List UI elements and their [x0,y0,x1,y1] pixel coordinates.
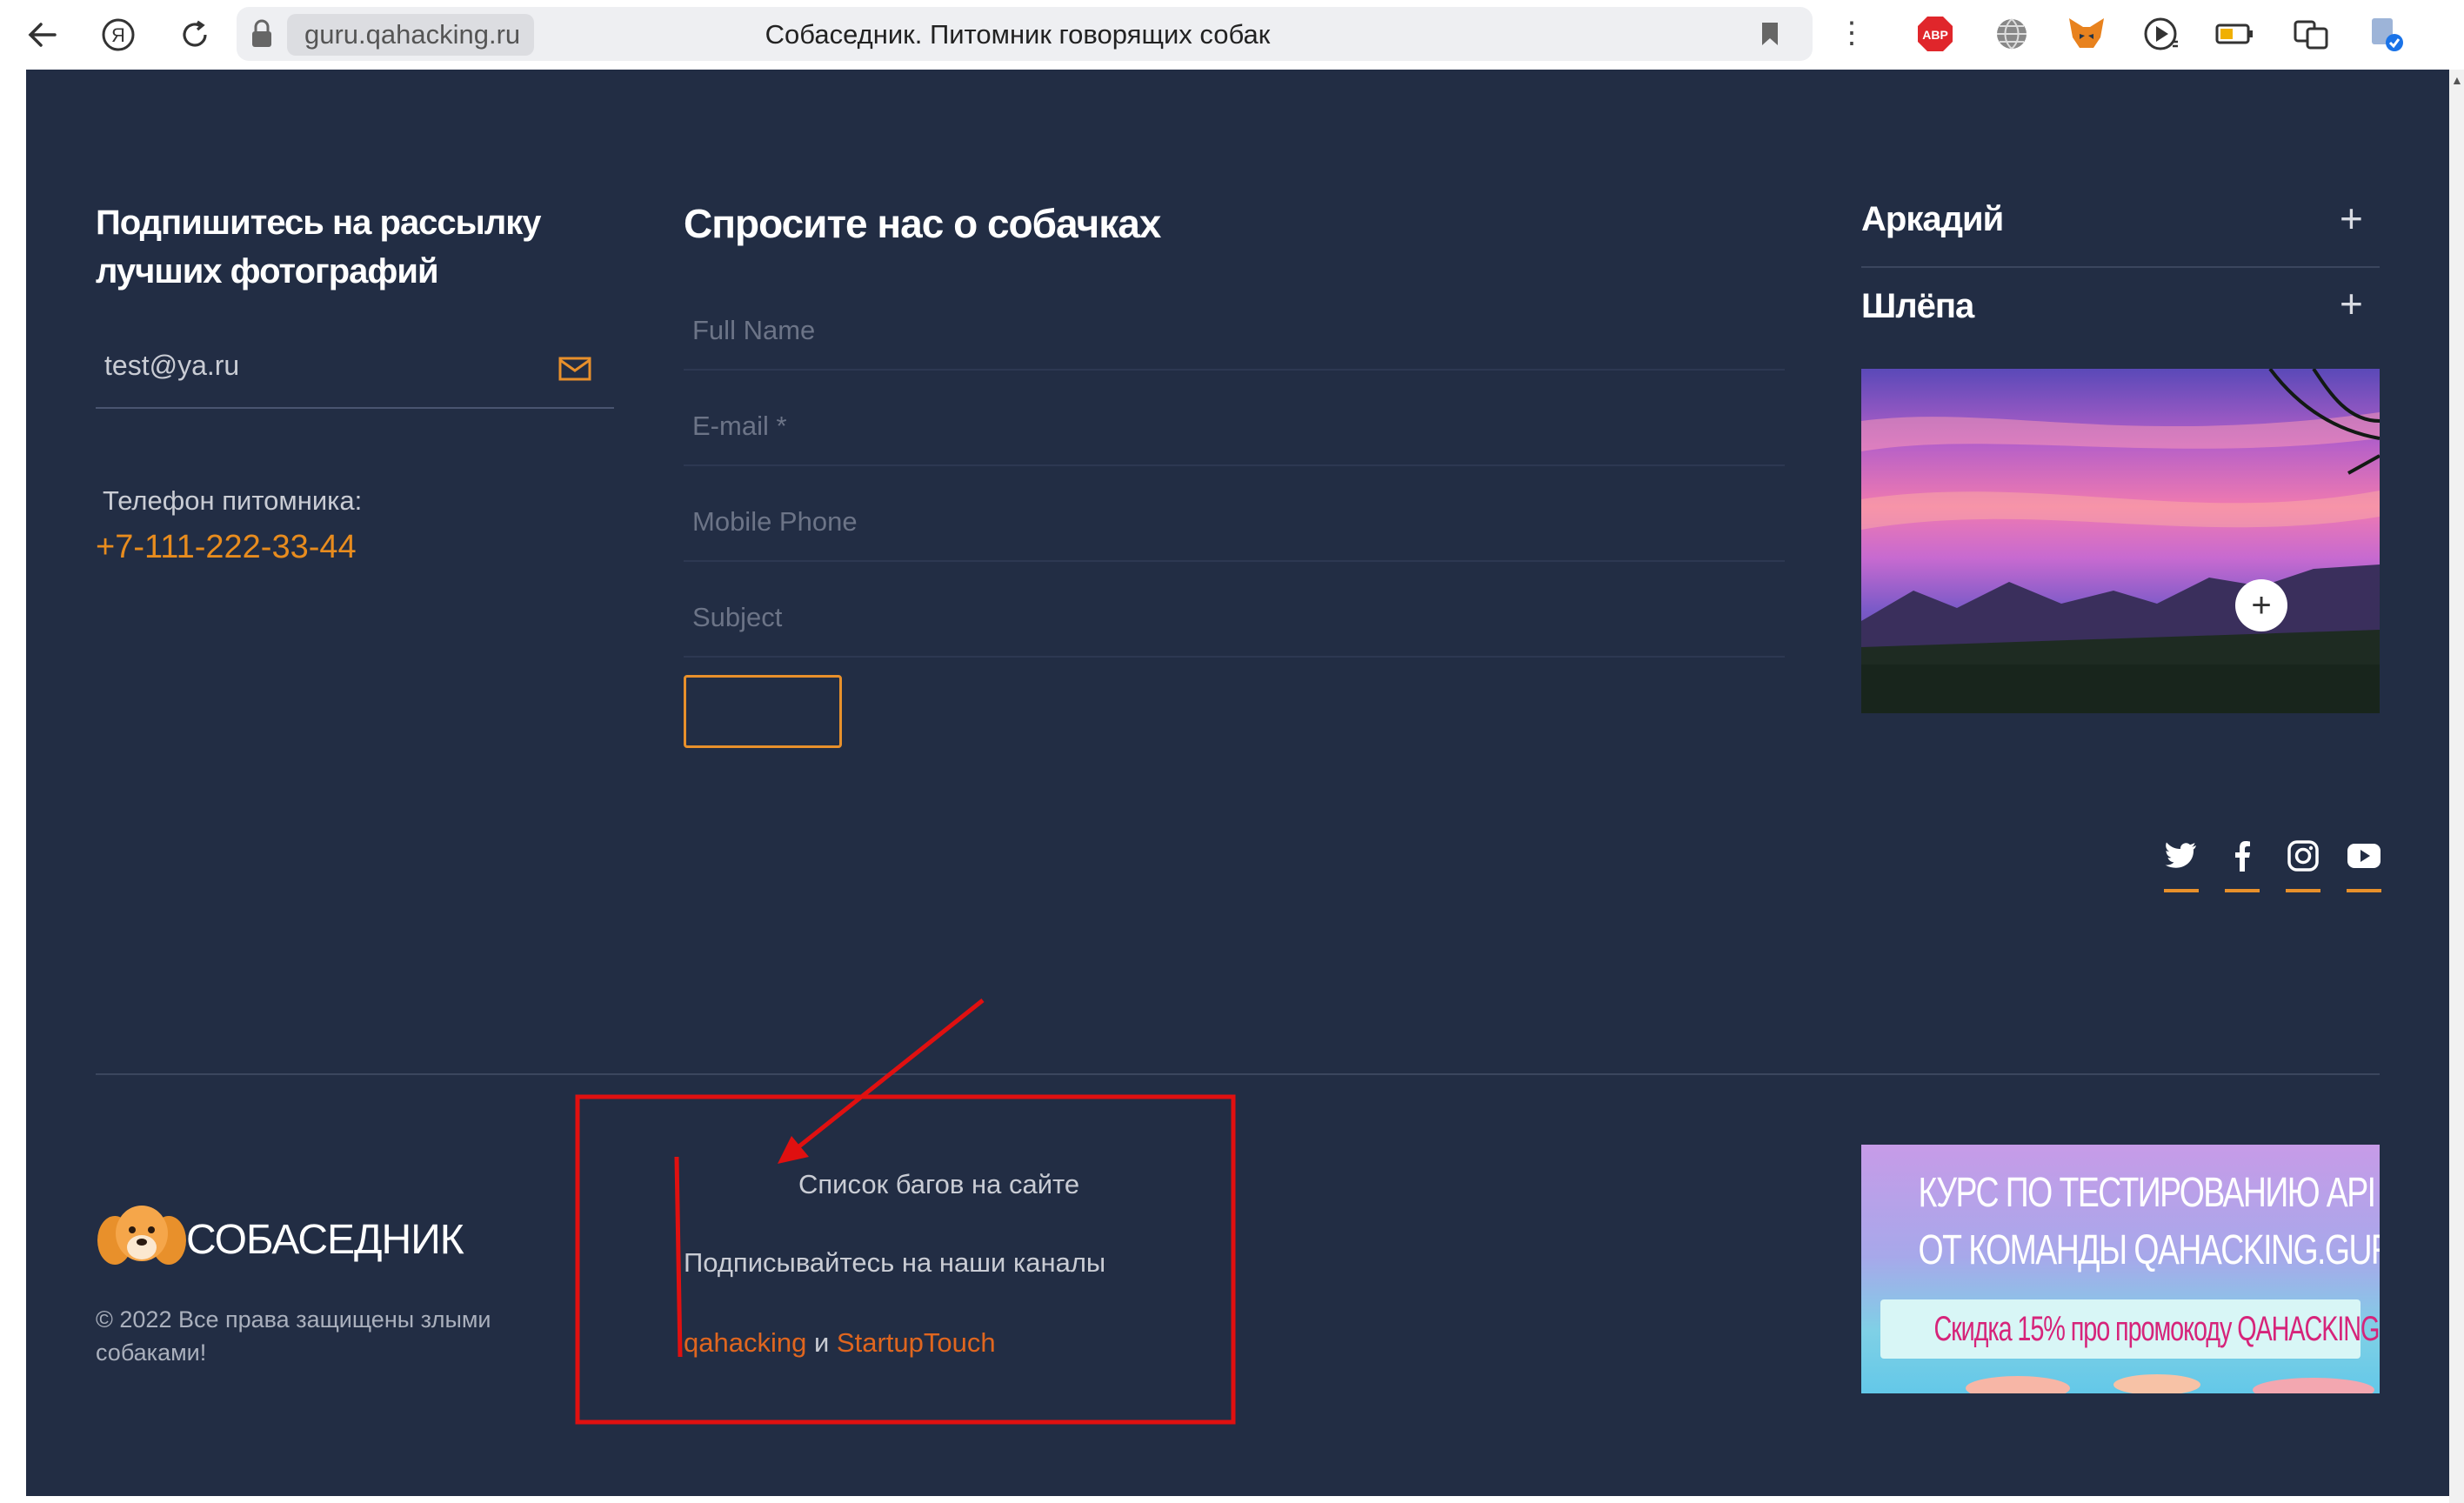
battery-icon[interactable] [2214,14,2254,54]
lock-icon [250,19,273,50]
menu-dots-icon[interactable]: ⋮ [1837,16,1866,50]
annotation-overlay [575,999,1236,1425]
globe-icon[interactable] [1992,14,2032,54]
annotation-mark [674,1156,683,1358]
adblock-label: ABP [1922,28,1948,42]
yandex-icon[interactable]: Я [97,14,139,56]
annotation-box [575,1094,1236,1425]
url-text[interactable]: guru.qahacking.ru [287,14,535,56]
reload-icon[interactable] [174,14,216,56]
annotation-arrow [790,999,985,1154]
svg-text:Я: Я [111,24,125,46]
scrollbar[interactable] [2449,70,2464,1503]
browser-toolbar: Я guru.qahacking.ru Собаседник. Питомник… [0,0,2464,70]
page-footer-section: Подпишитесь на рассылку лучших фотографи… [26,70,2449,1496]
video-icon[interactable] [2141,14,2181,54]
profile-icon[interactable] [2366,14,2406,54]
bookmark-icon[interactable] [1760,21,1780,47]
back-arrow-icon[interactable] [21,14,63,56]
fox-icon[interactable] [2067,14,2107,54]
scroll-up-icon[interactable]: ▲ [2451,73,2463,87]
translate-icon[interactable] [2291,14,2331,54]
tab-title: Собаседник. Питомник говорящих собак [765,19,1271,50]
adblock-icon[interactable]: ABP [1915,14,1955,54]
